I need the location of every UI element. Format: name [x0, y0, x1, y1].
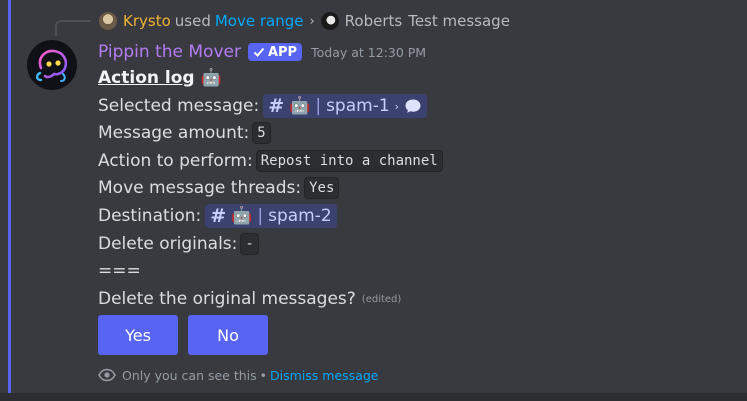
- thread-bubble-icon: [405, 99, 421, 113]
- separator-text: ===: [98, 261, 141, 281]
- app-badge: APP: [247, 43, 303, 61]
- bot-username[interactable]: Pippin the Mover: [98, 42, 241, 62]
- yes-button[interactable]: Yes: [98, 315, 178, 355]
- checkmark-icon: [253, 47, 265, 57]
- reply-target-avatar: [320, 12, 339, 30]
- channel-mention-spam-1[interactable]: # 🤖 | spam-1 ›: [263, 94, 428, 118]
- reply-chevron-icon: ›: [309, 13, 315, 29]
- ephemeral-footer: Only you can see this • Dismiss message: [98, 365, 378, 385]
- selected-message-row: Selected message: # 🤖 | spam-1 ›: [98, 94, 428, 118]
- reply-used-text: used: [174, 12, 211, 30]
- reply-author-name[interactable]: Krysto: [123, 12, 171, 30]
- reply-command-link[interactable]: Move range: [215, 12, 304, 30]
- destination-label: Destination:: [98, 206, 202, 226]
- robot-emoji-icon: 🤖: [200, 68, 222, 88]
- ephemeral-notice: Only you can see this: [122, 367, 257, 383]
- channel-name: spam-1: [326, 96, 390, 116]
- channel-hash-icon: #: [210, 205, 227, 227]
- dismiss-message-link[interactable]: Dismiss message: [270, 368, 378, 383]
- delete-originals-label: Delete originals:: [98, 234, 238, 254]
- message-amount-value: 5: [252, 122, 271, 144]
- threads-row: Move message threads: Yes: [98, 176, 340, 200]
- mention-divider: |: [315, 96, 322, 116]
- action-row: Action to perform: Repost into a channel: [98, 149, 443, 173]
- action-label: Action to perform:: [98, 151, 253, 171]
- action-log-title: Action log: [98, 68, 195, 88]
- message-container: Krysto used Move range › Roberts Test me…: [0, 0, 747, 401]
- mention-divider: |: [257, 206, 264, 226]
- question-row: Delete the original messages? (edited): [98, 287, 401, 311]
- action-log-title-row: Action log 🤖: [98, 66, 222, 90]
- app-badge-label: APP: [267, 44, 298, 60]
- message-header: Pippin the Mover APP Today at 12:30 PM: [98, 40, 426, 64]
- channel-hash-icon: #: [268, 95, 285, 117]
- message-amount-row: Message amount: 5: [98, 121, 271, 145]
- highlight-accent-bar: [8, 0, 11, 393]
- no-button[interactable]: No: [188, 315, 268, 355]
- threads-label: Move message threads:: [98, 178, 302, 198]
- eye-icon: [98, 368, 116, 382]
- reply-context[interactable]: Krysto used Move range › Roberts Test me…: [99, 10, 510, 32]
- edited-label: (edited): [361, 293, 402, 305]
- reply-target-name[interactable]: Roberts: [345, 12, 403, 30]
- action-value: Repost into a channel: [255, 150, 443, 172]
- question-text: Delete the original messages?: [98, 289, 356, 309]
- reply-spine: [55, 20, 91, 36]
- message-amount-label: Message amount:: [98, 123, 250, 143]
- bot-avatar-art: [35, 49, 68, 82]
- destination-row: Destination: # 🤖 | spam-2: [98, 204, 337, 228]
- separator-row: ===: [98, 259, 141, 283]
- delete-originals-row: Delete originals: -: [98, 232, 259, 256]
- mention-chevron-icon: ›: [394, 99, 400, 113]
- bottom-divider: [0, 393, 747, 401]
- selected-message-label: Selected message:: [98, 96, 260, 116]
- robot-emoji-icon: 🤖: [231, 206, 253, 226]
- channel-mention-spam-2[interactable]: # 🤖 | spam-2: [205, 204, 337, 228]
- channel-name: spam-2: [268, 206, 332, 226]
- reply-author-avatar: [99, 12, 117, 30]
- bot-avatar[interactable]: [27, 40, 77, 90]
- footer-dot: •: [259, 367, 268, 383]
- message-timestamp[interactable]: Today at 12:30 PM: [311, 45, 426, 60]
- threads-value: Yes: [304, 177, 340, 199]
- delete-originals-value: -: [240, 233, 259, 255]
- reply-snippet[interactable]: Test message: [408, 12, 510, 30]
- robot-emoji-icon: 🤖: [289, 96, 311, 116]
